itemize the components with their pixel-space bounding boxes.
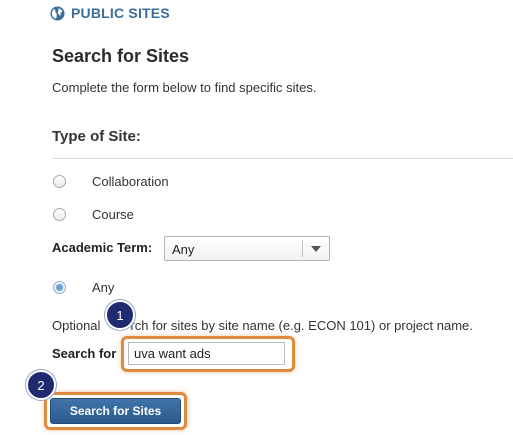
academic-term-selected-value: Any	[172, 242, 195, 257]
header-title: PUBLIC SITES	[71, 5, 170, 21]
search-for-label: Search for	[52, 346, 117, 361]
optional-hint-start: Optional	[52, 318, 101, 333]
search-for-sites-button[interactable]: Search for Sites	[50, 398, 181, 424]
page-description: Complete the form below to find specific…	[52, 80, 317, 95]
optional-hint-end: rch for sites by site name (e.g. ECON 10…	[130, 318, 473, 333]
callout-badge-1: 1	[105, 300, 135, 330]
section-divider	[52, 158, 513, 159]
search-input-highlight	[121, 336, 295, 372]
any-radio[interactable]	[53, 281, 66, 294]
chevron-down-icon[interactable]	[311, 246, 321, 252]
collaboration-radio-label[interactable]: Collaboration	[92, 174, 169, 189]
course-radio[interactable]	[53, 208, 66, 221]
course-radio-label[interactable]: Course	[92, 207, 134, 222]
public-sites-header: PUBLIC SITES	[50, 5, 170, 21]
collaboration-radio[interactable]	[53, 175, 66, 188]
type-of-site-heading: Type of Site:	[52, 128, 141, 145]
page-title: Search for Sites	[52, 46, 190, 66]
academic-term-label: Academic Term:	[52, 240, 153, 255]
globe-icon	[50, 5, 65, 21]
callout-badge-2: 2	[26, 370, 56, 400]
academic-term-select[interactable]: Any	[164, 236, 330, 261]
select-separator	[302, 240, 303, 257]
any-radio-label[interactable]: Any	[92, 280, 114, 295]
search-input[interactable]	[128, 342, 285, 365]
search-button-highlight: Search for Sites	[44, 392, 187, 430]
